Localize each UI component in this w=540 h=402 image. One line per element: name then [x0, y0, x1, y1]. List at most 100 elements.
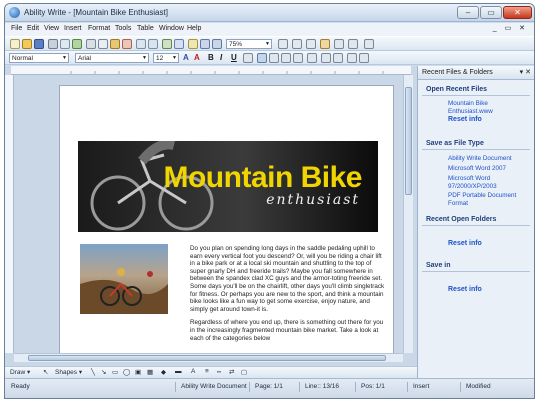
reset-info-link[interactable]: Reset info — [448, 240, 482, 247]
file-type-ability[interactable]: Ability Write Document — [448, 155, 528, 163]
open-icon[interactable] — [22, 39, 32, 49]
menu-file[interactable]: File — [11, 25, 22, 32]
redo-icon[interactable] — [148, 39, 158, 49]
bullet-list-icon[interactable] — [333, 53, 343, 63]
font-color-icon[interactable]: A — [194, 53, 200, 63]
shapes-menu-button[interactable]: Shapes ▾ — [55, 368, 82, 376]
status-position: Pos: 1/1 — [361, 383, 385, 390]
insert-image-icon[interactable] — [162, 39, 172, 49]
strikethrough-icon[interactable] — [243, 53, 253, 63]
file-type-word2007[interactable]: Microsoft Word 2007 — [448, 165, 528, 173]
ellipse-tool-icon[interactable]: ◯ — [123, 368, 130, 376]
numbered-list-icon[interactable] — [321, 53, 331, 63]
close-button[interactable]: ✕ — [503, 6, 532, 19]
textbox-tool-icon[interactable]: ▣ — [135, 368, 141, 376]
maximize-button[interactable]: ▭ — [480, 6, 502, 19]
menu-view[interactable]: View — [44, 25, 59, 32]
menu-format[interactable]: Format — [88, 25, 110, 32]
line-spacing-icon[interactable] — [307, 53, 317, 63]
symbol-icon[interactable] — [364, 39, 374, 49]
insert-table-icon[interactable] — [174, 39, 184, 49]
draw-menu-button[interactable]: Draw ▾ — [10, 368, 30, 376]
spellcheck-icon[interactable] — [72, 39, 82, 49]
section-save-as: Save as File Type — [426, 140, 484, 147]
align-center-icon[interactable] — [269, 53, 279, 63]
print-preview-icon[interactable] — [60, 39, 70, 49]
document-window-controls[interactable]: _ ▭ ✕ — [493, 24, 528, 32]
article-body[interactable]: Do you plan on spending long days in the… — [190, 245, 386, 360]
grow-font-icon[interactable]: A — [183, 53, 189, 63]
show-marks-icon[interactable] — [278, 39, 288, 49]
zoom-in-icon[interactable] — [200, 39, 210, 49]
article-paragraph-2: Regardless of where you end up, there is… — [190, 319, 384, 342]
cut-icon[interactable] — [86, 39, 96, 49]
arrow-tool-icon[interactable]: ↘ — [101, 368, 106, 376]
find-icon[interactable] — [188, 39, 198, 49]
menu-window[interactable]: Window — [159, 25, 184, 32]
horizontal-scrollbar[interactable] — [14, 353, 403, 362]
copy-icon[interactable] — [98, 39, 108, 49]
highlight-icon[interactable] — [320, 39, 330, 49]
decrease-indent-icon[interactable] — [347, 53, 357, 63]
vertical-scrollbar[interactable] — [403, 75, 413, 353]
menu-table[interactable]: Table — [137, 25, 154, 32]
minimize-button[interactable]: – — [457, 6, 479, 19]
shading-icon[interactable] — [334, 39, 344, 49]
undo-icon[interactable] — [136, 39, 146, 49]
style-select[interactable]: Normal ▼ — [9, 53, 69, 63]
shadow-icon[interactable]: ▢ — [241, 368, 247, 376]
divider — [249, 382, 250, 392]
align-right-icon[interactable] — [281, 53, 291, 63]
frame-icon[interactable] — [348, 39, 358, 49]
file-type-word97[interactable]: Microsoft Word 97/2000/XP/2003 — [448, 175, 528, 190]
vertical-ruler[interactable] — [5, 75, 14, 353]
font-size-value: 12 — [156, 55, 164, 62]
font-value: Arial — [78, 55, 92, 62]
font-select[interactable]: Arial ▼ — [75, 53, 149, 63]
rectangle-tool-icon[interactable]: ▭ — [112, 368, 118, 376]
align-left-icon[interactable] — [257, 53, 267, 63]
fill-color-icon[interactable]: ◆ — [161, 368, 166, 376]
new-icon[interactable] — [10, 39, 20, 49]
dash-style-icon[interactable]: ┅ — [217, 368, 221, 376]
underline-button[interactable]: U — [231, 53, 237, 63]
print-icon[interactable] — [48, 39, 58, 49]
borders-icon[interactable] — [292, 39, 302, 49]
section-open-recent: Open Recent Files — [426, 86, 488, 93]
arrow-style-icon[interactable]: ⇄ — [229, 368, 234, 376]
recent-files-panel: Recent Files & Folders ▾ ✕ Open Recent F… — [417, 66, 534, 378]
menu-tools[interactable]: Tools — [115, 25, 131, 32]
bikers-illustration-icon — [80, 268, 168, 314]
title-bar[interactable]: Ability Write - [Mountain Bike Enthusias… — [5, 4, 534, 22]
horizontal-ruler[interactable] — [11, 66, 411, 75]
paste-icon[interactable] — [110, 39, 120, 49]
font-size-select[interactable]: 12 ▼ — [153, 53, 179, 63]
divider — [422, 149, 530, 150]
panel-title: Recent Files & Folders — [422, 69, 493, 76]
menu-edit[interactable]: Edit — [27, 25, 39, 32]
line-tool-icon[interactable]: ╲ — [91, 368, 95, 376]
line-style-icon[interactable]: ≡ — [205, 368, 209, 375]
file-type-pdf[interactable]: PDF Portable Document Format — [448, 192, 528, 207]
image-tool-icon[interactable]: ▦ — [147, 368, 153, 376]
reset-info-link[interactable]: Reset info — [448, 116, 482, 123]
reset-info-link[interactable]: Reset info — [448, 286, 482, 293]
select-arrow-icon[interactable]: ↖ — [43, 368, 48, 376]
zoom-out-icon[interactable] — [212, 39, 222, 49]
columns-icon[interactable] — [306, 39, 316, 49]
menu-help[interactable]: Help — [187, 25, 201, 32]
font-color-tool-icon[interactable]: A — [191, 368, 195, 375]
menu-insert[interactable]: Insert — [64, 25, 82, 32]
recent-file-link[interactable]: Mountain Bike Enthusiast.www — [448, 100, 528, 115]
scroll-thumb[interactable] — [28, 355, 386, 361]
zoom-select[interactable]: 75% ▼ — [226, 39, 272, 49]
line-color-icon[interactable]: ▬ — [175, 368, 182, 375]
panel-controls[interactable]: ▾ ✕ — [520, 66, 531, 79]
justify-icon[interactable] — [293, 53, 303, 63]
bold-button[interactable]: B — [208, 53, 214, 63]
increase-indent-icon[interactable] — [359, 53, 369, 63]
italic-button[interactable]: I — [220, 53, 222, 63]
save-icon[interactable] — [34, 39, 44, 49]
format-painter-icon[interactable] — [122, 39, 132, 49]
scroll-thumb[interactable] — [405, 87, 412, 195]
